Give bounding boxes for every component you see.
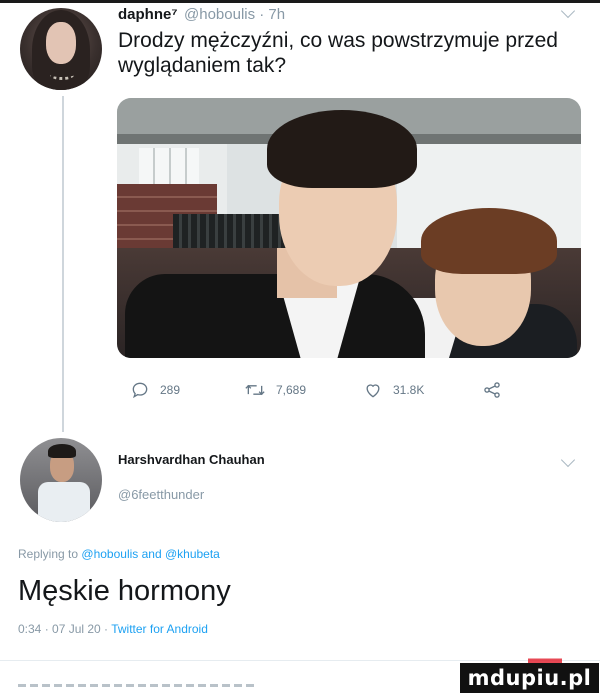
like-icon (366, 384, 380, 398)
reply-text: Męskie hormony (18, 575, 231, 607)
reply-meta: 0:34 · 07 Jul 20 · Twitter for Android (18, 622, 208, 636)
watermark-text: mdupiu.pl (467, 666, 592, 690)
replying-prefix: Replying to (18, 547, 79, 561)
avatar-harshvardhan[interactable] (20, 438, 102, 522)
share-icon (484, 382, 500, 398)
reply-button[interactable]: 289 (130, 380, 180, 400)
share-button[interactable] (482, 380, 512, 400)
cutoff-text (18, 684, 258, 687)
retweet-button[interactable]: 7,689 (244, 380, 306, 400)
reply-display-name[interactable]: Harshvardhan Chauhan (118, 452, 265, 467)
like-button[interactable]: 31.8K (363, 380, 424, 400)
retweet-count: 7,689 (276, 383, 307, 397)
reply-icon (132, 382, 148, 399)
handle-and-time[interactable]: @hoboulis · 7h (184, 6, 285, 23)
top-border (0, 0, 600, 3)
tweet-photo[interactable] (117, 98, 581, 358)
divider (0, 660, 600, 661)
replying-to-line: Replying to @hoboulis and @khubeta (18, 547, 220, 561)
display-name[interactable]: daphne⁷ (118, 6, 178, 23)
like-count: 31.8K (393, 383, 425, 397)
avatar-daphne[interactable] (20, 8, 102, 90)
tweet-actions: 289 7,689 31.8K (0, 380, 600, 410)
chevron-down-icon[interactable] (560, 3, 576, 19)
reply-timestamp[interactable]: 0:34 · 07 Jul 20 · (18, 622, 108, 636)
tweet-text: Drodzy mężczyźni, co was powstrzymuje pr… (118, 29, 558, 77)
watermark-logo: mdupiu.pl (460, 654, 599, 693)
chevron-down-icon[interactable] (560, 452, 576, 468)
replying-mentions[interactable]: @hoboulis and @khubeta (81, 547, 219, 561)
reply-source-app[interactable]: Twitter for Android (111, 622, 208, 636)
reply-count: 289 (160, 383, 181, 397)
reply-handle[interactable]: @6feetthunder (118, 487, 204, 502)
retweet-icon (245, 384, 265, 396)
flag-icon (528, 654, 562, 663)
